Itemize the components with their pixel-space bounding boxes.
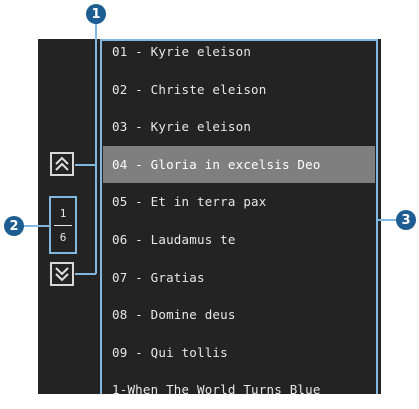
track-item-07[interactable]: 07 - Gratias xyxy=(103,259,375,297)
callout-1-lower-connector xyxy=(75,273,96,275)
page-indicator: 1 6 xyxy=(49,196,77,254)
callout-badge-1: 1 xyxy=(86,4,106,24)
track-item-01[interactable]: 01 - Kyrie eleison xyxy=(103,33,375,71)
page-down-button[interactable] xyxy=(50,262,74,286)
track-item-10[interactable]: 1-When The World Turns Blue xyxy=(103,371,375,409)
track-item-06[interactable]: 06 - Laudamus te xyxy=(103,221,375,259)
track-item-09[interactable]: 09 - Qui tollis xyxy=(103,334,375,372)
callout-3-connector xyxy=(378,219,398,221)
total-pages: 6 xyxy=(59,230,67,244)
callout-1-vertical-line xyxy=(95,22,97,274)
callout-badge-2: 2 xyxy=(4,216,24,236)
callout-badge-3: 3 xyxy=(396,210,416,230)
track-item-08[interactable]: 08 - Domine deus xyxy=(103,296,375,334)
callout-2-connector xyxy=(22,225,49,227)
page-up-button[interactable] xyxy=(50,152,74,176)
double-chevron-up-icon xyxy=(55,156,69,171)
callout-1-upper-connector xyxy=(75,164,96,166)
page-divider xyxy=(54,224,72,226)
track-item-05[interactable]: 05 - Et in terra pax xyxy=(103,183,375,221)
track-item-03[interactable]: 03 - Kyrie eleison xyxy=(103,108,375,146)
track-item-02[interactable]: 02 - Christe eleison xyxy=(103,71,375,109)
track-list: 01 - Kyrie eleison 02 - Christe eleison … xyxy=(103,33,375,409)
current-page: 1 xyxy=(59,206,67,220)
track-item-04-selected[interactable]: 04 - Gloria in excelsis Deo xyxy=(103,145,375,184)
double-chevron-down-icon xyxy=(55,267,69,282)
